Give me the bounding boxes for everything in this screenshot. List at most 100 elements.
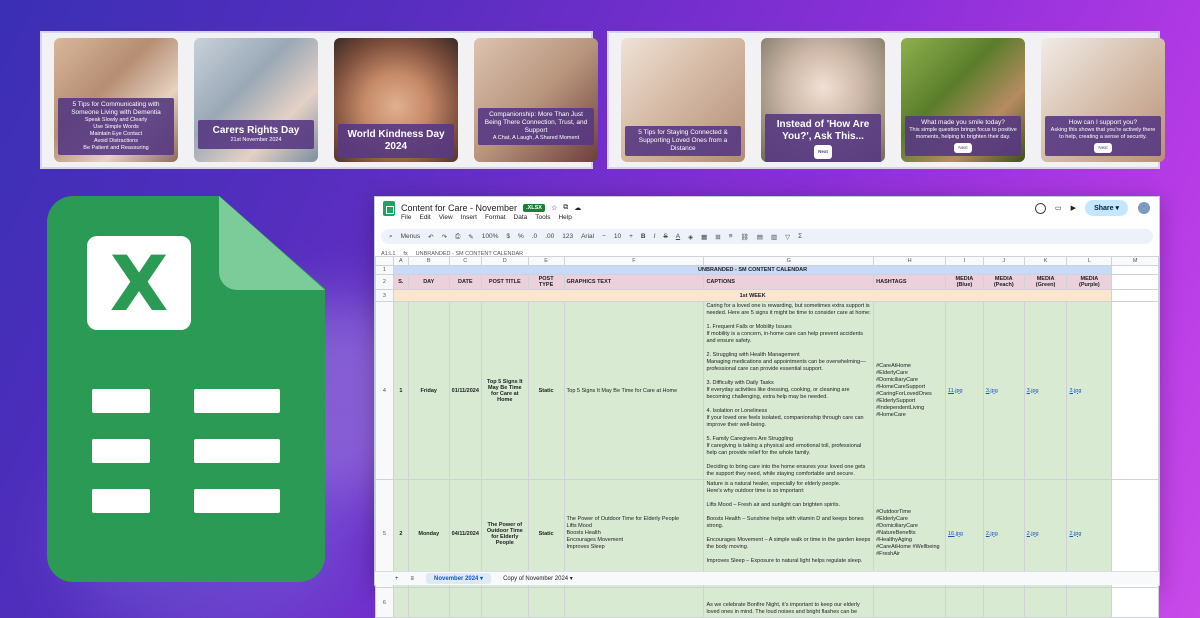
post-card[interactable]: World Kindness Day 2024 (334, 38, 458, 162)
star-icon[interactable]: ☆ (551, 204, 557, 212)
table-cell[interactable] (873, 587, 946, 618)
bold-icon[interactable]: B (641, 233, 646, 240)
functions-icon[interactable]: Σ (798, 233, 802, 240)
menu-help[interactable]: Help (558, 214, 571, 225)
post-title-cell[interactable]: Top 5 Signs It May Be Time for Care at H… (480, 301, 529, 480)
column-header[interactable]: F (563, 256, 705, 266)
column-header[interactable]: E (527, 256, 565, 266)
row-number[interactable]: 1 (375, 265, 394, 275)
column-header[interactable]: I (945, 256, 984, 266)
zoom-select[interactable]: 100% (482, 233, 499, 240)
header-cell[interactable]: GRAPHICS TEXT (563, 274, 705, 290)
print-icon[interactable]: ⎙ (455, 233, 460, 241)
media-link[interactable]: 11.jpg (945, 301, 984, 480)
media-link[interactable]: 3.jpg (1023, 301, 1068, 480)
filter-icon[interactable]: ▽ (785, 233, 790, 241)
strikethrough-icon[interactable]: S (663, 233, 667, 240)
column-header[interactable]: A (392, 256, 409, 266)
row-number[interactable]: 3 (375, 289, 394, 302)
comment-icon[interactable]: ▤ (757, 233, 763, 241)
search-menus-icon[interactable]: ⌕ (389, 233, 393, 241)
table-cell[interactable] (1066, 587, 1113, 618)
table-cell[interactable] (448, 587, 482, 618)
table-cell[interactable] (527, 587, 565, 618)
share-button[interactable]: Share ▾ (1085, 200, 1128, 216)
merge-cells-icon[interactable]: ⊞ (715, 233, 720, 241)
post-card[interactable]: Carers Rights Day 21st November 2024 (194, 38, 318, 162)
move-icon[interactable]: ⧉ (563, 204, 568, 212)
menu-file[interactable]: File (401, 214, 411, 225)
table-cell[interactable] (945, 587, 984, 618)
menu-format[interactable]: Format (485, 214, 506, 225)
header-cell[interactable]: DAY (407, 274, 450, 290)
column-header[interactable]: B (407, 256, 450, 266)
text-color-icon[interactable]: A (676, 233, 680, 240)
banner-cell[interactable]: UNBRANDED - SM CONTENT CALENDAR (392, 265, 1113, 275)
increase-decimal[interactable]: .00 (545, 233, 554, 240)
table-cell[interactable] (392, 587, 409, 618)
header-cell[interactable]: S. (392, 274, 409, 290)
undo-icon[interactable]: ↶ (428, 233, 433, 241)
table-cell[interactable] (1111, 265, 1159, 275)
menu-data[interactable]: Data (514, 214, 528, 225)
paint-format-icon[interactable]: ✎ (468, 233, 473, 241)
menu-tools[interactable]: Tools (535, 214, 550, 225)
table-cell[interactable] (563, 587, 705, 618)
hashtags-cell[interactable]: #CareAtHome #ElderlyCare #DomiciliaryCar… (873, 301, 946, 480)
number-format[interactable]: 123 (562, 233, 573, 240)
sheet-tab[interactable]: Copy of November 2024 ▾ (503, 575, 573, 582)
column-header[interactable]: D (480, 256, 529, 266)
document-title[interactable]: Content for Care - November (401, 203, 517, 213)
week-label-cell[interactable]: 1st WEEK (392, 289, 1113, 302)
comments-icon[interactable]: ▭ (1055, 204, 1062, 212)
header-cell[interactable]: DATE (448, 274, 482, 290)
menu-view[interactable]: View (439, 214, 453, 225)
currency-format[interactable]: $ (506, 233, 510, 240)
chart-icon[interactable]: ▥ (771, 233, 777, 241)
header-cell[interactable]: MEDIA (Blue) (945, 274, 984, 290)
align-icon[interactable]: ≡ (729, 233, 733, 240)
percent-format[interactable]: % (518, 233, 524, 240)
row-number[interactable]: 2 (375, 274, 394, 290)
fill-color-icon[interactable]: ◈ (688, 233, 693, 241)
header-cell[interactable]: MEDIA (Green) (1023, 274, 1068, 290)
table-cell[interactable] (407, 587, 450, 618)
column-header[interactable]: L (1066, 256, 1113, 266)
post-type-cell[interactable]: Static (527, 301, 565, 480)
font-select[interactable]: Arial (581, 233, 594, 240)
search-menus[interactable]: Menus (401, 233, 421, 240)
font-size-increase[interactable]: + (629, 233, 633, 240)
redo-icon[interactable]: ↷ (442, 233, 447, 241)
post-card[interactable]: 5 Tips for Staying Connected & Supportin… (621, 38, 745, 162)
sheets-logo-icon[interactable] (383, 200, 395, 216)
post-card[interactable]: Companionship: More Than Just Being Ther… (474, 38, 598, 162)
all-sheets-icon[interactable]: ≡ (411, 576, 415, 582)
menu-insert[interactable]: Insert (461, 214, 477, 225)
column-header[interactable]: H (873, 256, 946, 266)
caption-cell[interactable]: As we celebrate Bonfire Night, it's impo… (703, 587, 875, 618)
post-card[interactable]: What made you smile today? This simple q… (901, 38, 1025, 162)
select-all-corner[interactable] (375, 256, 394, 266)
header-cell[interactable]: HASHTAGS (873, 274, 946, 290)
graphics-text-cell[interactable]: Top 5 Signs It May Be Time for Care at H… (563, 301, 705, 480)
day-cell[interactable]: Friday (407, 301, 450, 480)
history-icon[interactable] (1035, 202, 1047, 214)
decrease-decimal[interactable]: .0 (532, 233, 537, 240)
caption-cell[interactable]: Caring for a loved one is rewarding, but… (703, 301, 875, 480)
table-cell[interactable] (1111, 301, 1159, 480)
header-cell[interactable]: MEDIA (Peach) (982, 274, 1025, 290)
avatar[interactable] (1137, 201, 1151, 215)
header-cell[interactable]: POST TITLE (480, 274, 529, 290)
date-cell[interactable]: 01/11/2024 (448, 301, 482, 480)
column-header[interactable]: C (448, 256, 482, 266)
post-card[interactable]: How can I support you? Asking this shows… (1041, 38, 1165, 162)
table-cell[interactable] (480, 587, 529, 618)
column-header[interactable]: K (1023, 256, 1068, 266)
row-number[interactable]: 6 (375, 587, 394, 618)
borders-icon[interactable]: ▦ (701, 233, 707, 241)
media-link[interactable]: 3.jpg (982, 301, 1025, 480)
post-card[interactable]: Instead of 'How Are You?', Ask This... N… (761, 38, 885, 162)
table-cell[interactable] (1111, 587, 1159, 618)
table-cell[interactable] (1111, 274, 1159, 290)
font-size-decrease[interactable]: − (602, 233, 606, 240)
